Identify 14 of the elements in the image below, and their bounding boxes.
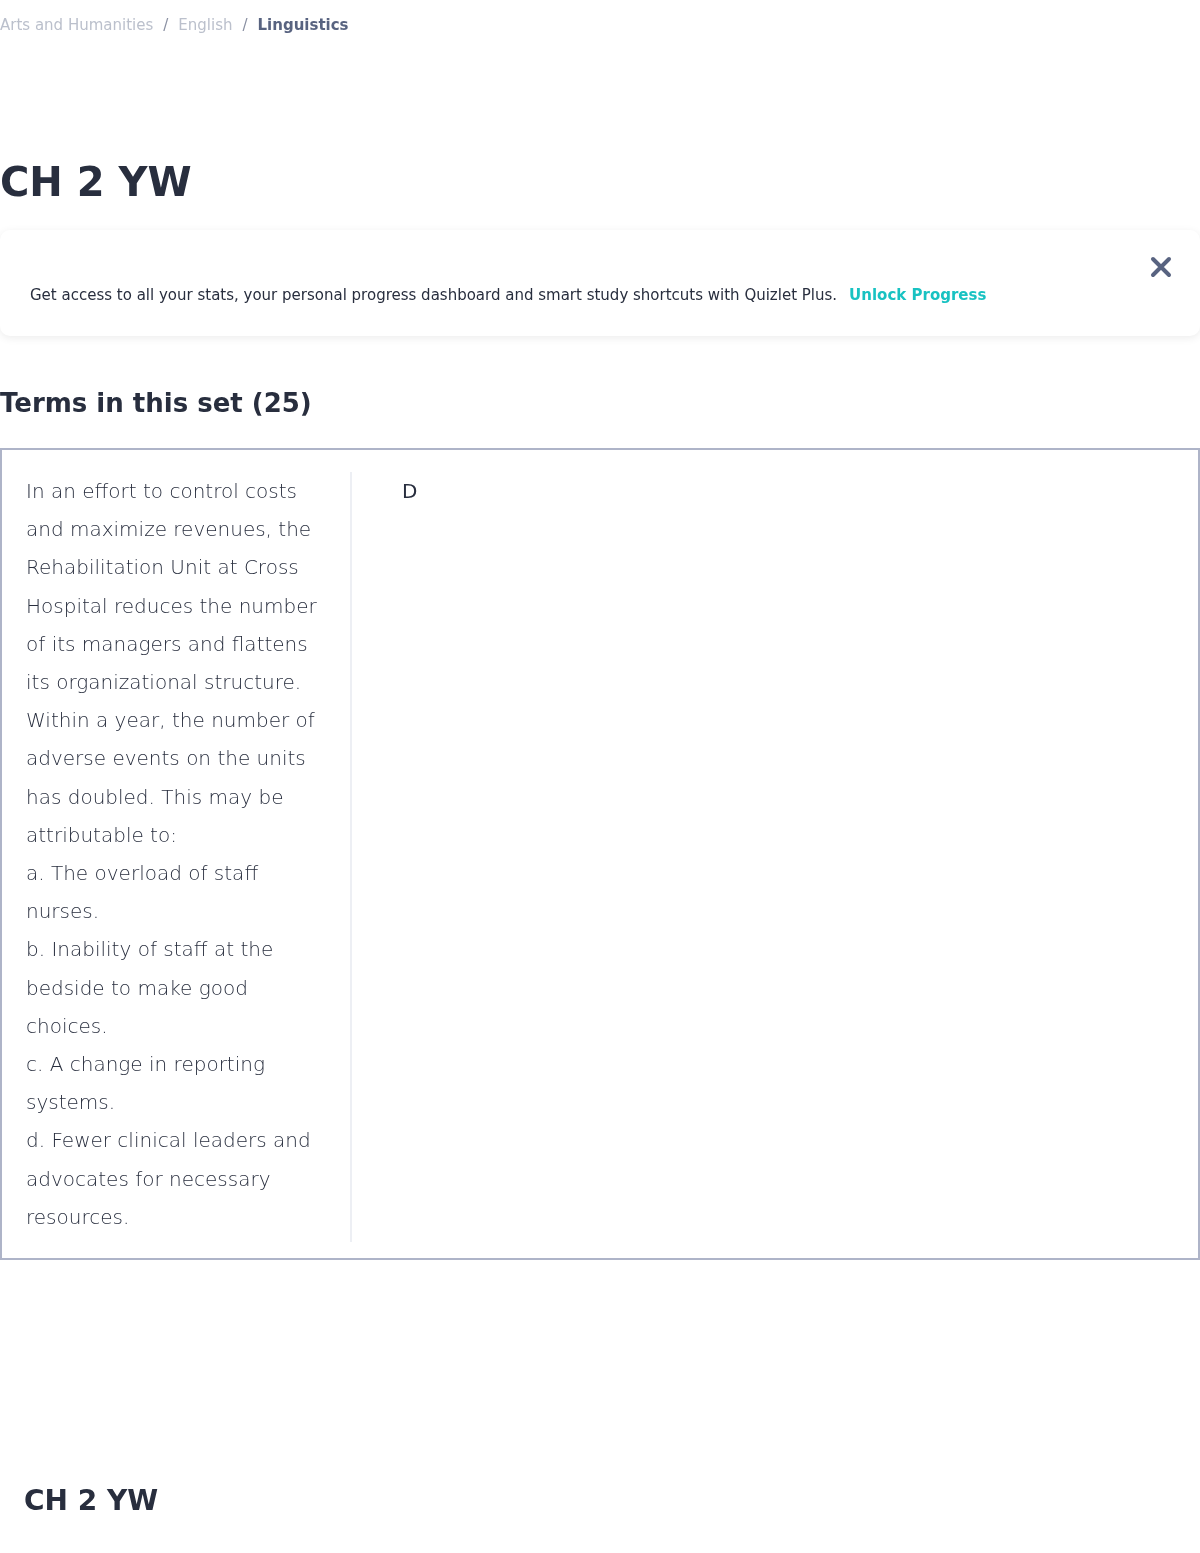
breadcrumb-separator: / — [242, 16, 248, 34]
term-text: In an effort to control costs and maximize revenues, the Rehabilitation Unit at Cross Hospital reduces the number of its managers and flattens its organizational structure. Within a year, the number of adverse events on the units has doubled. This may be attributable to: a. The overload of staff nurses. b. Inability of staff at the bedside to make good choices. c. A change in reporting systems. d. Fewer clinical leaders and advocates for necessary resources. — [2, 472, 352, 1242]
close-button[interactable] — [1148, 254, 1174, 280]
terms-heading: Terms in this set (25) — [0, 388, 313, 418]
breadcrumb-link[interactable]: Linguistics — [257, 16, 349, 34]
set-title: CH 2 YW — [0, 158, 193, 206]
footer-title: CH 2 YW — [24, 1484, 160, 1517]
definition-text: D — [401, 478, 418, 505]
unlock-progress-link[interactable]: Unlock Progress — [849, 286, 987, 304]
breadcrumb-link[interactable]: Arts and Humanities — [0, 16, 154, 34]
breadcrumb-link[interactable]: English — [178, 16, 233, 34]
banner-text: Get access to all your stats, your personal progress dashboard and smart study shortcuts with Quizlet Plus. Unlock Progress — [30, 286, 987, 304]
breadcrumb-separator: / — [163, 16, 169, 34]
close-icon — [1150, 256, 1172, 278]
